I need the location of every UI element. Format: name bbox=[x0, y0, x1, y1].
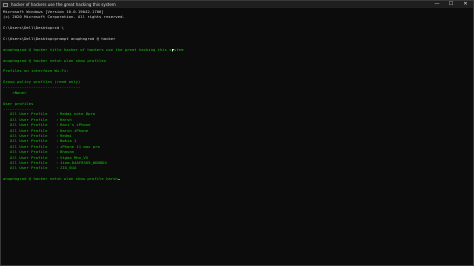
window-title: hacker of hackers use the great hacking … bbox=[11, 2, 116, 7]
profile-type: All User Profile bbox=[10, 165, 48, 171]
profile-name: Vigoo Mhx_VG bbox=[60, 154, 89, 160]
minimize-button[interactable]: — bbox=[430, 1, 444, 8]
terminal-window: hacker of hackers use the great hacking … bbox=[0, 0, 474, 266]
terminal-icon bbox=[3, 2, 8, 7]
title-bar[interactable]: hacker of hackers use the great hacking … bbox=[1, 1, 473, 8]
profile-name: Ravi's iPhone bbox=[60, 122, 91, 128]
maximize-button[interactable]: ☐ bbox=[444, 1, 458, 8]
profile-name: Harsh iPhone bbox=[60, 127, 89, 133]
console-output[interactable]: Microsoft Windows [Version 10.0.19042.17… bbox=[3, 9, 465, 265]
current-command-line[interactable]: anuphngrod @ hacker netsh wlan show prof… bbox=[3, 176, 465, 181]
profile-name: Bhavan bbox=[60, 149, 75, 155]
profile-name: JIO_B1A bbox=[60, 165, 77, 171]
profile-list: All User Profile: Redmi note 8pro All Use… bbox=[3, 111, 465, 170]
profile-name: Nokia 1 bbox=[60, 138, 77, 144]
profile-name: Harsh bbox=[60, 116, 72, 122]
profile-name: iPhone 11 max pro bbox=[60, 143, 100, 149]
profile-name: Redmi note 8pro bbox=[60, 111, 96, 117]
text-cursor bbox=[117, 179, 120, 181]
current-command: anuphngrod @ hacker netsh wlan show prof… bbox=[3, 176, 118, 182]
mouse-pointer-icon bbox=[172, 49, 174, 52]
window-controls: — ☐ ✕ bbox=[430, 1, 473, 8]
profile-name: Redmi bbox=[60, 132, 72, 138]
profile-name: Jiom-D4AF8309_0DB8D4 bbox=[60, 159, 107, 165]
vertical-scrollbar[interactable] bbox=[466, 9, 472, 265]
close-button[interactable]: ✕ bbox=[458, 1, 473, 8]
